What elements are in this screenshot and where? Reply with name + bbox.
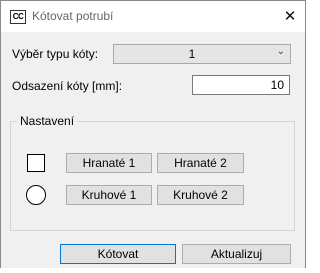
dimension-button[interactable]: Kótovat	[60, 244, 176, 264]
type-select[interactable]: 1 ⌄	[113, 44, 291, 64]
update-button[interactable]: Aktualizuj	[182, 244, 291, 264]
square-2-button[interactable]: Hranaté 2	[157, 153, 244, 173]
title-bar: CC Kótovat potrubí ✕	[1, 1, 305, 32]
type-select-value: 1	[188, 47, 196, 61]
settings-group	[10, 121, 295, 231]
type-label: Výběr typu kóty:	[12, 47, 99, 61]
app-icon: CC	[10, 10, 26, 24]
window-title: Kótovat potrubí	[32, 9, 114, 23]
square-1-button[interactable]: Hranaté 1	[66, 153, 152, 173]
offset-input[interactable]	[192, 75, 290, 95]
close-button[interactable]: ✕	[275, 1, 305, 32]
background-strip	[0, 268, 306, 273]
round-2-button[interactable]: Kruhové 2	[157, 185, 244, 205]
settings-group-title: Nastavení	[17, 114, 78, 128]
square-shape-icon	[27, 154, 45, 172]
offset-label: Odsazení kóty [mm]:	[12, 79, 123, 93]
round-1-button[interactable]: Kruhové 1	[66, 185, 152, 205]
chevron-down-icon: ⌄	[276, 46, 285, 57]
dialog-window: CC Kótovat potrubí ✕ Výběr typu kóty: 1 …	[0, 0, 306, 270]
circle-shape-icon	[26, 185, 46, 205]
